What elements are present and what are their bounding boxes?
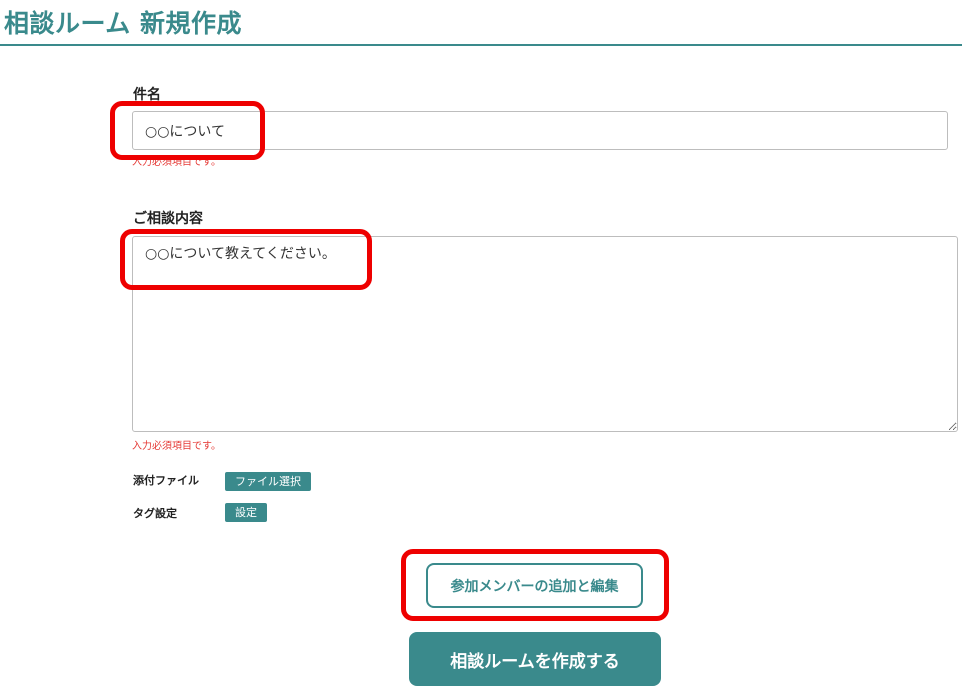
consultation-textarea[interactable]: ○○について教えてください。: [132, 236, 958, 432]
consultation-error: 入力必須項目です。: [132, 441, 221, 452]
file-select-button[interactable]: ファイル選択: [225, 472, 311, 491]
add-edit-members-button[interactable]: 参加メンバーの追加と編集: [426, 563, 643, 608]
create-room-button[interactable]: 相談ルームを作成する: [409, 632, 661, 686]
tag-settings-label: タグ設定: [133, 507, 177, 520]
subject-label: 件名: [133, 87, 161, 103]
tag-settings-button[interactable]: 設定: [225, 503, 267, 522]
title-divider: [0, 44, 962, 46]
page-title: 相談ルーム 新規作成: [4, 9, 242, 38]
subject-input[interactable]: [132, 111, 948, 150]
attachment-label: 添付ファイル: [133, 474, 199, 487]
subject-error: 入力必須項目です。: [132, 157, 221, 168]
consultation-label: ご相談内容: [133, 211, 203, 227]
